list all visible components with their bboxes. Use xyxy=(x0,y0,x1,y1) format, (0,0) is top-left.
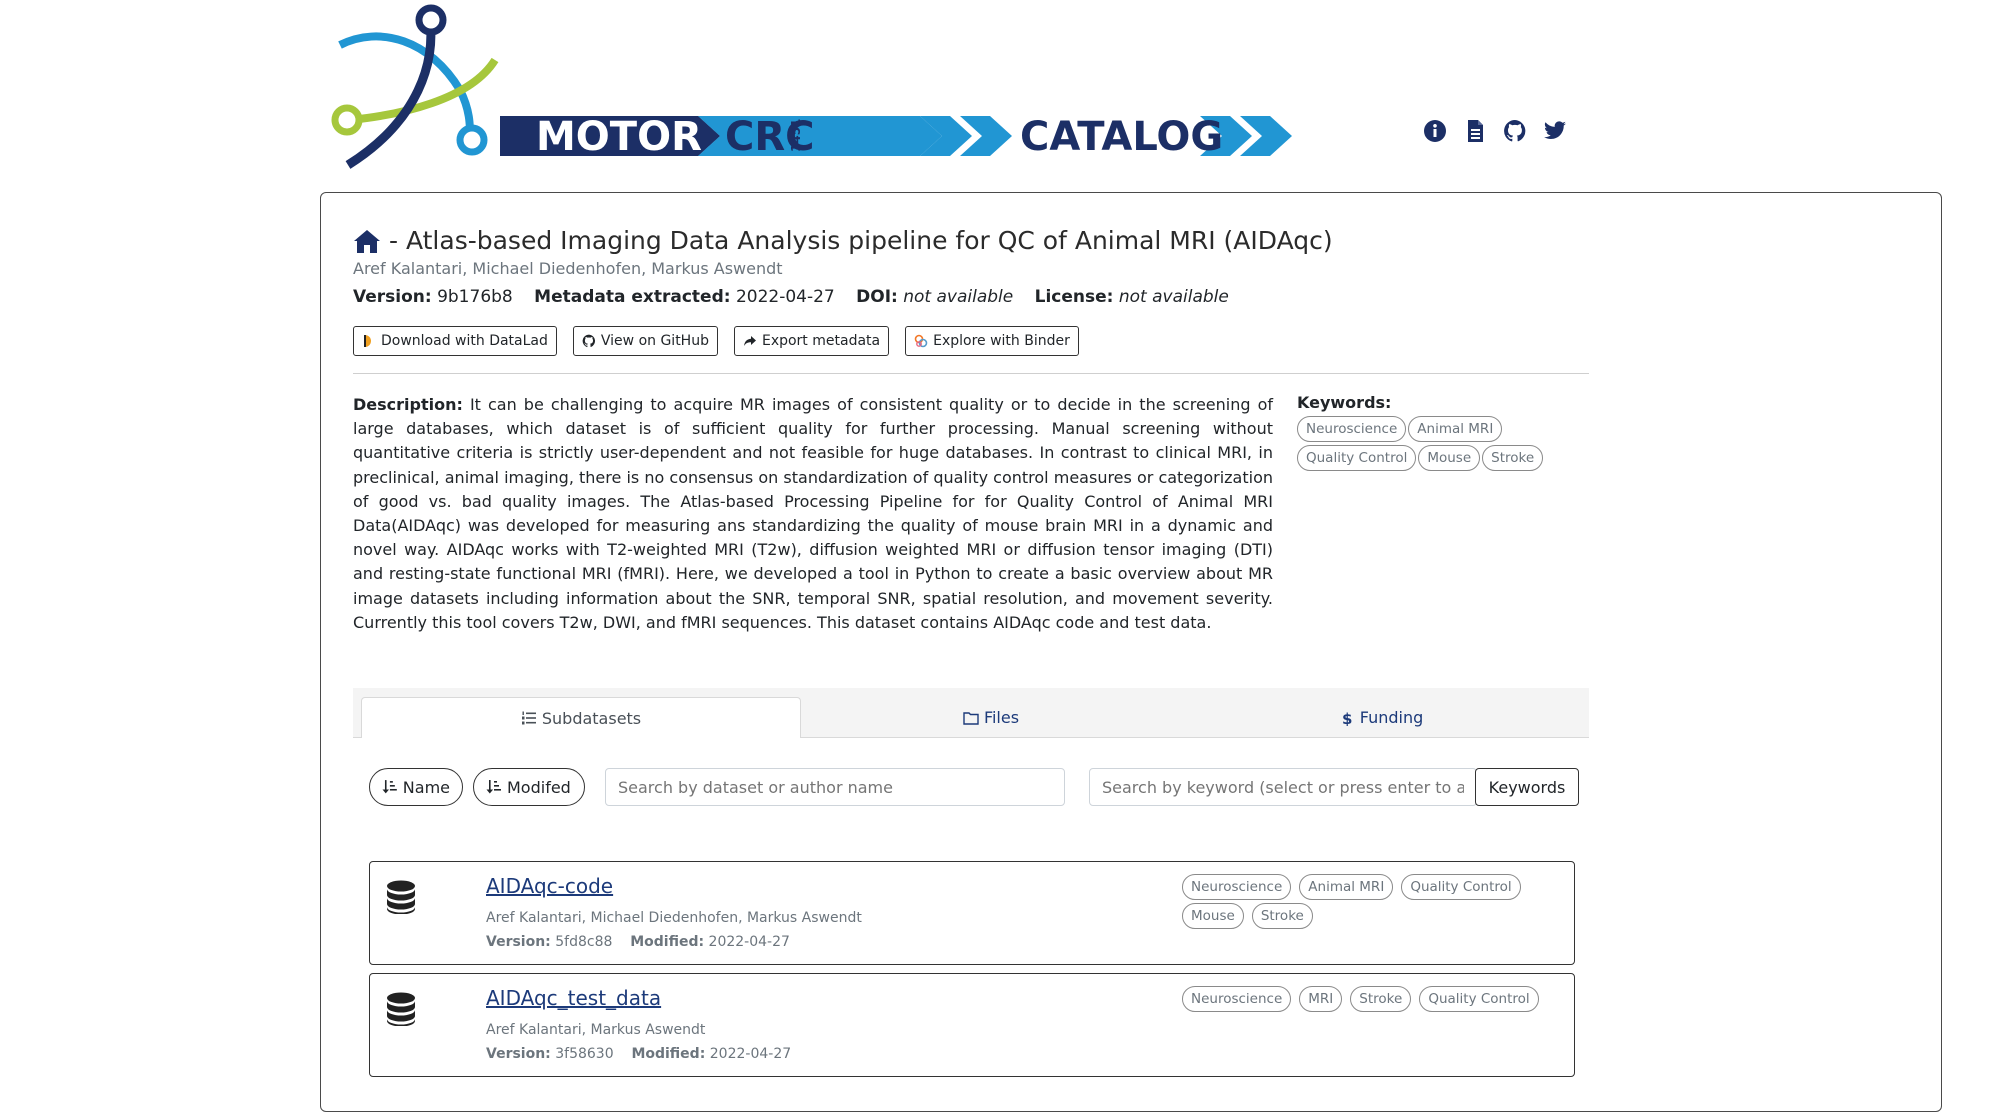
subdataset-tag[interactable]: Quality Control xyxy=(1401,874,1521,900)
subdataset-item[interactable]: AIDAqc_test_data Aref Kalantari, Markus … xyxy=(369,973,1575,1077)
keyword-tag[interactable]: Stroke xyxy=(1482,445,1544,471)
subdataset-tag[interactable]: Quality Control xyxy=(1419,986,1539,1012)
keyword-tag[interactable]: Quality Control xyxy=(1297,445,1417,471)
keyword-search-input[interactable] xyxy=(1089,768,1477,806)
motor-crc-catalog-logo[interactable]: MOTOR CRC 1451 CATALOG xyxy=(320,0,1320,180)
version-value: 9b176b8 xyxy=(437,287,513,307)
subdataset-authors: Aref Kalantari, Michael Diedenhofen, Mar… xyxy=(486,910,862,926)
subdataset-controls: Name Modifed Keywords xyxy=(369,768,1579,808)
logo-text-crc-number: 1451 xyxy=(789,119,803,152)
download-datalad-label: Download with DataLad xyxy=(381,333,548,349)
twitter-icon[interactable] xyxy=(1542,118,1568,144)
subdataset-tags: Neuroscience MRI Stroke Quality Control xyxy=(1182,986,1542,1012)
binder-icon xyxy=(914,334,928,348)
extracted-value: 2022-04-27 xyxy=(735,287,835,307)
subdataset-modified: 2022-04-27 xyxy=(709,1046,792,1062)
tab-subdatasets[interactable]: Subdatasets xyxy=(361,697,801,738)
description-text: It can be challenging to acquire MR imag… xyxy=(353,395,1273,632)
dataset-title: - Atlas-based Imaging Data Analysis pipe… xyxy=(389,226,1333,255)
subdataset-tags: Neuroscience Animal MRI Quality Control … xyxy=(1182,874,1542,929)
view-github-label: View on GitHub xyxy=(600,333,709,349)
dataset-card: - Atlas-based Imaging Data Analysis pipe… xyxy=(320,192,1942,1112)
keywords-button[interactable]: Keywords xyxy=(1475,768,1579,806)
github-icon xyxy=(582,334,595,348)
document-icon[interactable] xyxy=(1462,118,1488,144)
subdataset-modified: 2022-04-27 xyxy=(708,934,790,950)
action-buttons: Download with DataLad View on GitHub Exp… xyxy=(353,326,1079,356)
subdataset-tag[interactable]: Stroke xyxy=(1350,986,1412,1012)
page-title: - Atlas-based Imaging Data Analysis pipe… xyxy=(353,226,1333,255)
sort-modified-label: Modifed xyxy=(507,777,571,797)
export-metadata-label: Export metadata xyxy=(761,333,881,349)
subdataset-tag[interactable]: Neuroscience xyxy=(1182,986,1292,1012)
subdataset-meta: Version: 5fd8c88 Modified: 2022-04-27 xyxy=(486,934,790,950)
keyword-tag[interactable]: Mouse xyxy=(1418,445,1481,471)
info-icon[interactable] xyxy=(1422,118,1448,144)
logo-text-motor: MOTOR xyxy=(536,114,702,160)
datalad-icon xyxy=(364,335,371,347)
sort-name-label: Name xyxy=(402,777,450,797)
export-metadata-button[interactable]: Export metadata xyxy=(733,326,890,356)
description-label: Description: xyxy=(353,395,463,414)
section-divider xyxy=(353,373,1589,374)
logo-text-catalog: CATALOG xyxy=(1020,114,1223,160)
tab-bar: Subdatasets Files $ Funding xyxy=(353,688,1589,738)
tab-funding[interactable]: $ Funding xyxy=(1181,697,1581,738)
subdataset-tag[interactable]: Neuroscience xyxy=(1182,874,1292,900)
subdataset-modified-label: Modified: xyxy=(631,1046,706,1062)
description: Description: It can be challenging to ac… xyxy=(353,393,1273,635)
svg-text:$: $ xyxy=(1342,710,1352,726)
subdataset-item[interactable]: AIDAqc-code Aref Kalantari, Michael Died… xyxy=(369,861,1575,965)
sort-name-button[interactable]: Name xyxy=(369,768,463,806)
doi-value: not available xyxy=(903,287,1014,307)
keywords-label: Keywords: xyxy=(1297,393,1392,412)
database-icon xyxy=(387,992,415,1026)
subdataset-version: 5fd8c88 xyxy=(555,934,613,950)
github-icon[interactable] xyxy=(1502,118,1528,144)
share-icon xyxy=(743,336,756,346)
keyword-tag[interactable]: Neuroscience xyxy=(1297,416,1407,442)
explore-binder-button[interactable]: Explore with Binder xyxy=(905,326,1079,356)
subdataset-tag[interactable]: Mouse xyxy=(1182,903,1244,929)
subdataset-name-link[interactable]: AIDAqc_test_data xyxy=(486,986,661,1010)
license-label: License: xyxy=(1034,287,1114,307)
dataset-meta: Version: 9b176b8 Metadata extracted: 202… xyxy=(353,287,1229,307)
subdataset-meta: Version: 3f58630 Modified: 2022-04-27 xyxy=(486,1046,791,1062)
subdataset-version: 3f58630 xyxy=(555,1046,614,1062)
header-icon-bar xyxy=(1422,118,1568,144)
subdataset-tag[interactable]: Animal MRI xyxy=(1299,874,1394,900)
tab-files[interactable]: Files xyxy=(801,697,1181,738)
download-datalad-button[interactable]: Download with DataLad xyxy=(353,326,557,356)
view-github-button[interactable]: View on GitHub xyxy=(572,326,718,356)
tab-subdatasets-label: Subdatasets xyxy=(541,708,642,728)
dataset-search-input[interactable] xyxy=(605,768,1065,806)
subdataset-modified-label: Modified: xyxy=(630,934,705,950)
site-header: MOTOR CRC 1451 CATALOG xyxy=(0,0,2000,190)
doi-label: DOI: xyxy=(856,287,898,307)
sort-modified-button[interactable]: Modifed xyxy=(473,768,585,806)
sort-icon xyxy=(382,780,397,794)
list-ordered-icon xyxy=(521,711,536,725)
keywords-panel: Keywords: Neuroscience Animal MRI Qualit… xyxy=(1297,393,1567,471)
subdataset-tag[interactable]: MRI xyxy=(1299,986,1343,1012)
keyword-tags: Neuroscience Animal MRI Quality Control … xyxy=(1297,416,1567,471)
subdataset-version-label: Version: xyxy=(486,1046,551,1062)
explore-binder-label: Explore with Binder xyxy=(933,333,1070,349)
tab-funding-label: Funding xyxy=(1359,708,1424,727)
dollar-icon: $ xyxy=(1342,710,1352,726)
subdataset-authors: Aref Kalantari, Markus Aswendt xyxy=(486,1022,706,1038)
home-icon[interactable] xyxy=(353,228,381,254)
tab-files-label: Files xyxy=(983,708,1020,727)
subdataset-tag[interactable]: Stroke xyxy=(1251,903,1313,929)
license-value: not available xyxy=(1118,287,1229,307)
extracted-label: Metadata extracted: xyxy=(534,287,731,307)
dataset-authors: Aref Kalantari, Michael Diedenhofen, Mar… xyxy=(353,259,783,278)
sort-icon xyxy=(486,780,501,794)
database-icon xyxy=(387,880,415,914)
subdataset-name-link[interactable]: AIDAqc-code xyxy=(486,874,613,898)
keyword-tag[interactable]: Animal MRI xyxy=(1408,416,1503,442)
subdataset-version-label: Version: xyxy=(486,934,551,950)
folder-icon xyxy=(963,711,979,725)
version-label: Version: xyxy=(353,287,432,307)
